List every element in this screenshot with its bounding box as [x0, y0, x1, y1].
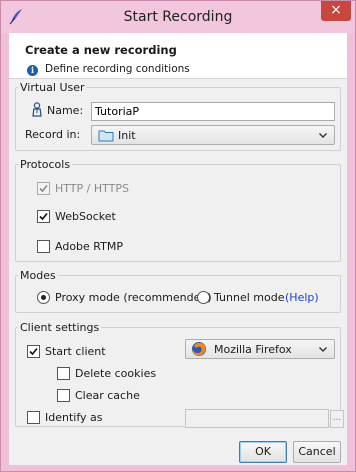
ok-button[interactable]: OK	[239, 441, 287, 463]
chevron-down-icon	[319, 347, 327, 352]
delete-cookies-label: Delete cookies	[75, 367, 157, 380]
header-subtitle: Define recording conditions	[45, 63, 190, 75]
cancel-button[interactable]: Cancel	[293, 441, 341, 463]
proxy-mode-label: Proxy mode (recommended)	[55, 291, 212, 304]
proxy-mode-radio[interactable]	[37, 291, 50, 304]
name-input[interactable]	[91, 102, 335, 121]
clear-cache-label: Clear cache	[75, 389, 140, 402]
adobe-rtmp-label: Adobe RTMP	[55, 240, 123, 253]
title-bar[interactable]: Start Recording ×	[1, 1, 355, 33]
http-https-checkbox[interactable]	[37, 182, 50, 195]
client-settings-legend: Client settings	[20, 321, 100, 334]
start-client-label: Start client	[45, 345, 106, 358]
firefox-icon	[192, 342, 206, 356]
identify-as-checkbox[interactable]	[27, 411, 40, 424]
modes-legend: Modes	[20, 269, 56, 282]
delete-cookies-checkbox[interactable]	[57, 367, 70, 380]
checkmark-icon	[39, 212, 48, 221]
clear-cache-checkbox[interactable]	[57, 389, 70, 402]
record-in-select[interactable]: Init	[91, 125, 335, 145]
identify-as-browse-button[interactable]: ...	[330, 410, 344, 428]
identify-as-label: Identify as	[45, 411, 103, 424]
http-https-label: HTTP / HTTPS	[55, 182, 129, 195]
dialog-content: Create a new recording i Define recordin…	[9, 33, 347, 465]
record-in-value: Init	[118, 129, 136, 142]
tunnel-mode-label: Tunnel mode	[214, 291, 285, 304]
websocket-label: WebSocket	[55, 210, 116, 223]
window-title: Start Recording	[123, 9, 233, 25]
adobe-rtmp-checkbox[interactable]	[37, 240, 50, 253]
close-button[interactable]: ×	[321, 1, 351, 21]
help-link[interactable]: (Help)	[285, 291, 319, 304]
checkmark-icon	[29, 347, 38, 356]
dialog-header: Create a new recording i Define recordin…	[9, 33, 347, 79]
folder-icon	[98, 130, 114, 142]
chevron-down-icon	[319, 133, 327, 138]
tunnel-mode-radio[interactable]	[197, 291, 210, 304]
checkmark-icon	[39, 184, 48, 193]
header-title: Create a new recording	[25, 43, 177, 57]
record-in-label: Record in:	[25, 128, 81, 141]
identify-as-input[interactable]	[185, 409, 329, 428]
start-recording-dialog: Start Recording × Create a new recording…	[0, 0, 356, 472]
protocols-legend: Protocols	[20, 158, 71, 171]
user-icon	[32, 102, 42, 117]
virtual-user-legend: Virtual User	[20, 81, 85, 94]
close-icon: ×	[330, 2, 342, 18]
browser-value: Mozilla Firefox	[214, 343, 292, 356]
name-label: Name:	[47, 104, 84, 117]
start-client-checkbox[interactable]	[27, 345, 40, 358]
browser-select[interactable]: Mozilla Firefox	[185, 339, 335, 359]
websocket-checkbox[interactable]	[37, 210, 50, 223]
info-icon: i	[27, 65, 38, 76]
